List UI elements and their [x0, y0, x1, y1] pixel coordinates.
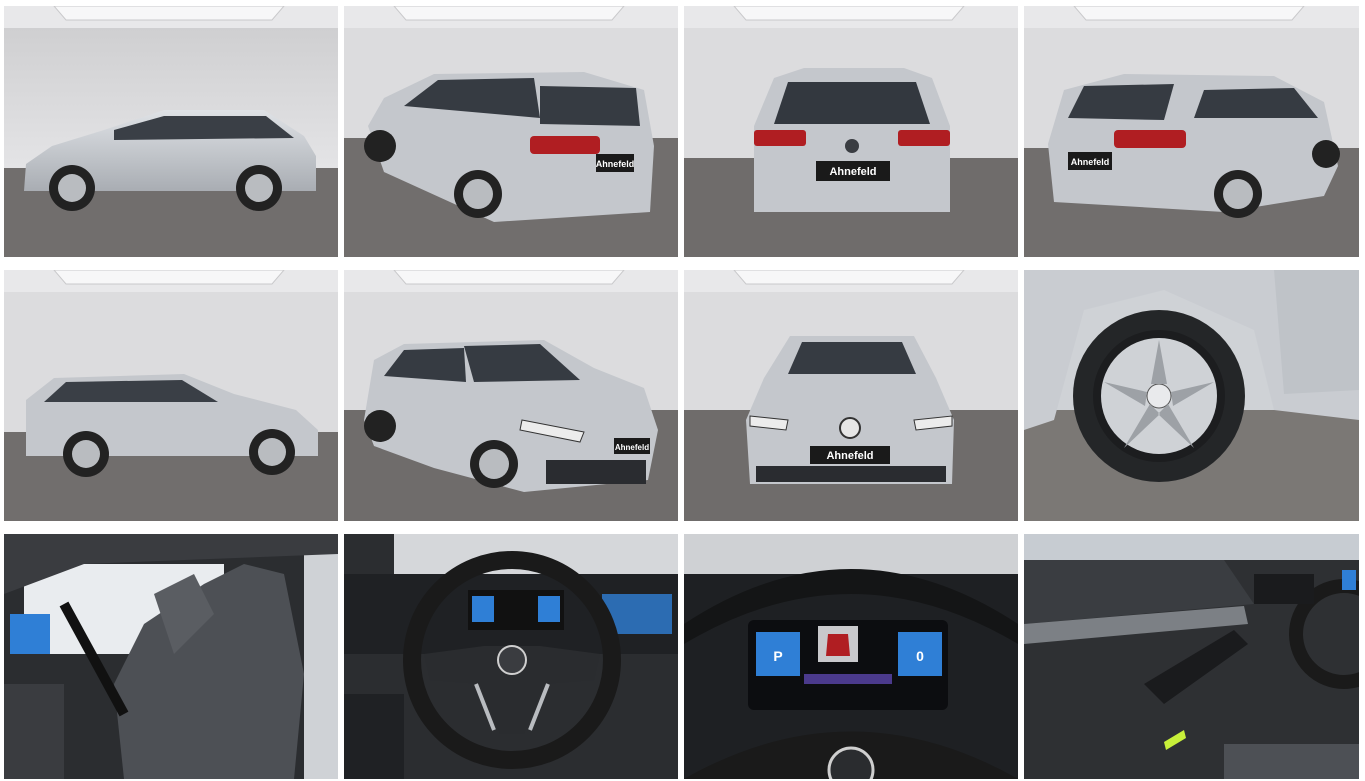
car-rear-left-image: Ahnefeld: [344, 6, 678, 257]
photo-rear-right[interactable]: Ahnefeld: [1024, 6, 1359, 257]
cockpit-image: [344, 534, 678, 779]
dealer-plate-label: Ahnefeld: [829, 166, 876, 178]
interior-seats-image: [4, 534, 338, 779]
dealer-plate-label: Ahnefeld: [615, 443, 649, 452]
car-rear-image: Ahnefeld: [684, 6, 1018, 257]
photo-gallery: Ahnefeld Ahnefeld Ahnefeld Ahnefeld Ahne…: [4, 6, 1361, 781]
photo-front[interactable]: Ahnefeld: [684, 270, 1018, 521]
dealer-plate-label: Ahnefeld: [596, 159, 635, 169]
photo-door-panel[interactable]: [1024, 534, 1359, 779]
photo-side-left[interactable]: [4, 6, 338, 257]
photo-rear[interactable]: Ahnefeld: [684, 6, 1018, 257]
gear-indicator: P: [773, 648, 782, 664]
wheel-detail-image: [1024, 270, 1359, 521]
photo-wheel-detail[interactable]: [1024, 270, 1359, 521]
car-front-image: Ahnefeld: [684, 270, 1018, 521]
car-rear-right-image: Ahnefeld: [1024, 6, 1359, 257]
dealer-plate-label: Ahnefeld: [1071, 157, 1110, 167]
car-front-left-image: Ahnefeld: [344, 270, 678, 521]
instrument-cluster-image: P 0: [684, 534, 1018, 779]
photo-side-right[interactable]: [4, 270, 338, 521]
photo-rear-left[interactable]: Ahnefeld: [344, 6, 678, 257]
dealer-plate-label: Ahnefeld: [826, 450, 873, 462]
door-panel-image: [1024, 534, 1359, 779]
car-side-right-image: [4, 270, 338, 521]
photo-interior-seats[interactable]: [4, 534, 338, 779]
speed-readout: 0: [916, 648, 924, 664]
car-side-left-image: [4, 6, 338, 257]
photo-cockpit[interactable]: [344, 534, 678, 779]
photo-front-left[interactable]: Ahnefeld: [344, 270, 678, 521]
photo-instrument-cluster[interactable]: P 0: [684, 534, 1018, 779]
